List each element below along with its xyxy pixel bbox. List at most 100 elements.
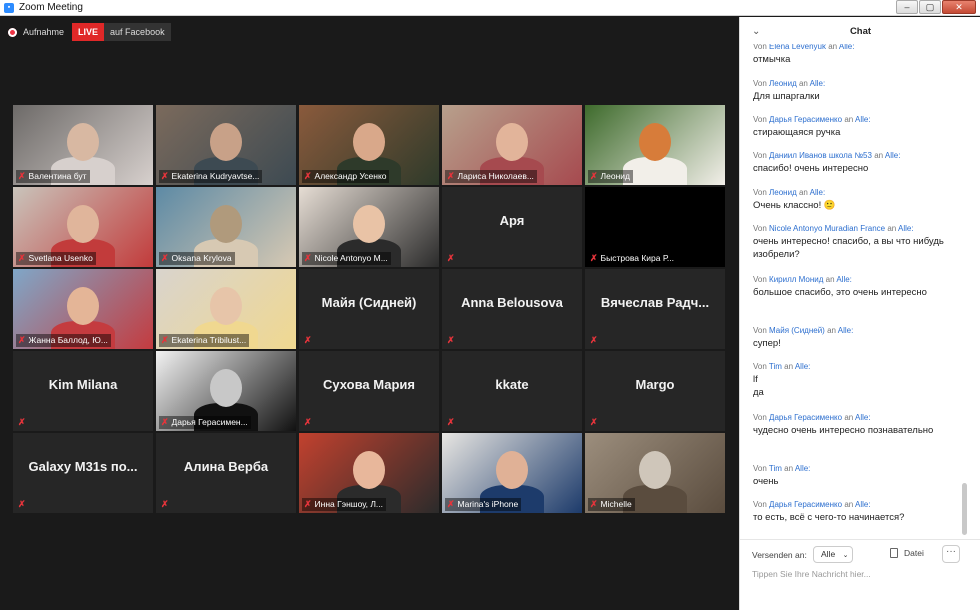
send-to-dropdown[interactable]: Alle ⌄ <box>813 546 853 563</box>
mic-muted-icon: ✗ <box>18 499 26 509</box>
participant-tile[interactable]: ✗ Marina's iPhone <box>442 433 582 513</box>
participant-tile[interactable]: ✗ Ekaterina Tribilust... <box>156 269 296 349</box>
from-prefix: Von <box>753 464 767 473</box>
participant-name-display: Kim Milana <box>48 377 118 392</box>
sender-name[interactable]: Леонид <box>769 188 797 197</box>
recipient-name[interactable]: Alle: <box>885 151 901 160</box>
from-prefix: Von <box>753 44 767 51</box>
participant-tile[interactable]: Galaxy M31s по... ✗ <box>13 433 153 513</box>
participant-name-label: ✗ Michelle <box>588 498 635 511</box>
recipient-name[interactable]: Alle: <box>795 362 811 371</box>
to-word: an <box>874 151 884 160</box>
from-prefix: Von <box>753 413 767 422</box>
chat-input[interactable]: Tippen Sie Ihre Nachricht hier... <box>752 569 967 579</box>
sender-name[interactable]: Кирилл Монид <box>769 275 823 284</box>
recipient-name[interactable]: Alle: <box>810 79 826 88</box>
participant-tile[interactable]: kkate ✗ <box>442 351 582 431</box>
participant-tile[interactable]: Аря ✗ <box>442 187 582 267</box>
participant-face <box>210 369 242 407</box>
sender-name[interactable]: Даниил Иванов школа №53 <box>769 151 872 160</box>
participant-name-label: ✗ Быстрова Кира Р... <box>588 252 678 265</box>
participant-face <box>496 123 528 161</box>
to-word: an <box>825 275 835 284</box>
participant-tile[interactable]: Майя (Сидней) ✗ <box>299 269 439 349</box>
participant-tile[interactable]: ✗ Ekaterina Kudryavtse... <box>156 105 296 185</box>
chat-message-text: спасибо! очень интересно <box>753 163 869 174</box>
participant-tile[interactable]: ✗ Александр Усенко <box>299 105 439 185</box>
recipient-name[interactable]: Alle: <box>836 275 852 284</box>
recipient-name[interactable]: Alle: <box>855 115 871 124</box>
participant-name: Валентина бут <box>28 171 87 181</box>
chat-message-sender: Von Леонид an Alle: <box>753 79 963 88</box>
chevron-down-icon[interactable]: ⌄ <box>752 17 760 47</box>
chat-message-list[interactable]: Von Elena Levenyuk an Alle: отмычка Von Ле… <box>740 44 968 544</box>
chat-message: Von Дарья Герасименко an Alle: чудесно оч… <box>753 413 963 437</box>
chat-scrollbar[interactable] <box>962 483 967 535</box>
recording-indicator: Aufnahme LIVE auf Facebook <box>8 23 171 41</box>
participant-tile[interactable]: Вячеслав Радч... ✗ <box>585 269 725 349</box>
mic-muted-icon: ✗ <box>161 335 169 345</box>
live-badge[interactable]: LIVE <box>72 23 105 41</box>
file-label: Datei <box>904 548 924 558</box>
chat-message: Von Tim an Alle: lf да <box>753 362 963 399</box>
recipient-name[interactable]: Alle: <box>810 188 826 197</box>
chat-message: Von Даниил Иванов школа №53 an Alle: спас… <box>753 151 963 175</box>
participant-tile[interactable]: Алина Верба ✗ <box>156 433 296 513</box>
sender-name[interactable]: Дарья Герасименко <box>769 115 842 124</box>
recipient-name[interactable]: Alle: <box>838 326 854 335</box>
from-prefix: Von <box>753 188 767 197</box>
to-word: an <box>798 79 808 88</box>
participant-tile[interactable]: Margo ✗ <box>585 351 725 431</box>
more-options-button[interactable]: ··· <box>942 545 960 563</box>
participant-tile[interactable]: ✗ Michelle <box>585 433 725 513</box>
participant-tile[interactable]: ✗ Лариса Николаев... <box>442 105 582 185</box>
live-destination[interactable]: auf Facebook <box>104 23 171 41</box>
chat-message-sender: Von Кирилл Монид an Alle: <box>753 275 963 284</box>
participant-tile[interactable]: ✗ Валентина бут <box>13 105 153 185</box>
sender-name[interactable]: Майя (Сидней) <box>769 326 825 335</box>
send-to-row: Versenden an: Alle ⌄ Datei ··· <box>740 545 980 565</box>
mic-muted-icon: ✗ <box>590 335 598 345</box>
participant-tile[interactable]: ✗ Дарья Герасимен... <box>156 351 296 431</box>
participant-tile[interactable]: Anna Belousova ✗ <box>442 269 582 349</box>
maximize-button[interactable]: ▢ <box>919 0 941 14</box>
participant-tile[interactable]: Kim Milana ✗ <box>13 351 153 431</box>
participant-face <box>496 451 528 489</box>
recipient-name[interactable]: Alle: <box>795 464 811 473</box>
from-prefix: Von <box>753 362 767 371</box>
sender-name[interactable]: Tim <box>769 362 782 371</box>
chat-panel: ⌄ Chat Von Elena Levenyuk an Alle: отмычк… <box>739 17 980 610</box>
mic-muted-icon: ✗ <box>304 499 312 509</box>
sender-name[interactable]: Tim <box>769 464 782 473</box>
chat-message: Von Кирилл Монид an Alle: большое спасибо… <box>753 275 963 299</box>
participant-face <box>67 205 99 243</box>
participant-name-label: ✗ Александр Усенко <box>302 170 390 183</box>
chat-message-text: очень интересно! спасибо, а вы что нибуд… <box>753 236 944 260</box>
participant-tile[interactable]: ✗ Svetlana Usenko <box>13 187 153 267</box>
participant-tile[interactable]: ✗ Жанна Баллод, Ю... <box>13 269 153 349</box>
minimize-button[interactable]: – <box>896 0 918 14</box>
file-button[interactable]: Datei <box>890 548 924 558</box>
sender-name[interactable]: Nicole Antonyo Muradian France <box>769 224 885 233</box>
participant-tile[interactable]: ✗ Инна Гэншоу, Л... <box>299 433 439 513</box>
participant-name: Marina's iPhone <box>457 499 519 509</box>
mic-muted-icon: ✗ <box>161 253 169 263</box>
chat-message-text: стирающаяся ручка <box>753 127 841 138</box>
sender-name[interactable]: Леонид <box>769 79 797 88</box>
recipient-name[interactable]: Alle: <box>855 413 871 422</box>
participant-tile[interactable]: ✗ Nicole Antonyo M... <box>299 187 439 267</box>
participant-tile[interactable]: Сухова Мария ✗ <box>299 351 439 431</box>
sender-name[interactable]: Elena Levenyuk <box>769 44 826 51</box>
chat-message-text: очень <box>753 476 779 487</box>
participant-name-display: Сухова Мария <box>322 377 416 392</box>
close-button[interactable]: ✕ <box>942 0 976 14</box>
sender-name[interactable]: Дарья Герасименко <box>769 500 842 509</box>
recipient-name[interactable]: Alle: <box>898 224 914 233</box>
recipient-name[interactable]: Alle: <box>855 500 871 509</box>
sender-name[interactable]: Дарья Герасименко <box>769 413 842 422</box>
participant-tile[interactable]: ✗ Быстрова Кира Р... <box>585 187 725 267</box>
participant-tile[interactable]: ✗ Oksana Krylova <box>156 187 296 267</box>
chat-message-text: большое спасибо, это очень интересно <box>753 287 927 298</box>
recipient-name[interactable]: Alle: <box>839 44 855 51</box>
participant-tile[interactable]: ✗ Леонид <box>585 105 725 185</box>
